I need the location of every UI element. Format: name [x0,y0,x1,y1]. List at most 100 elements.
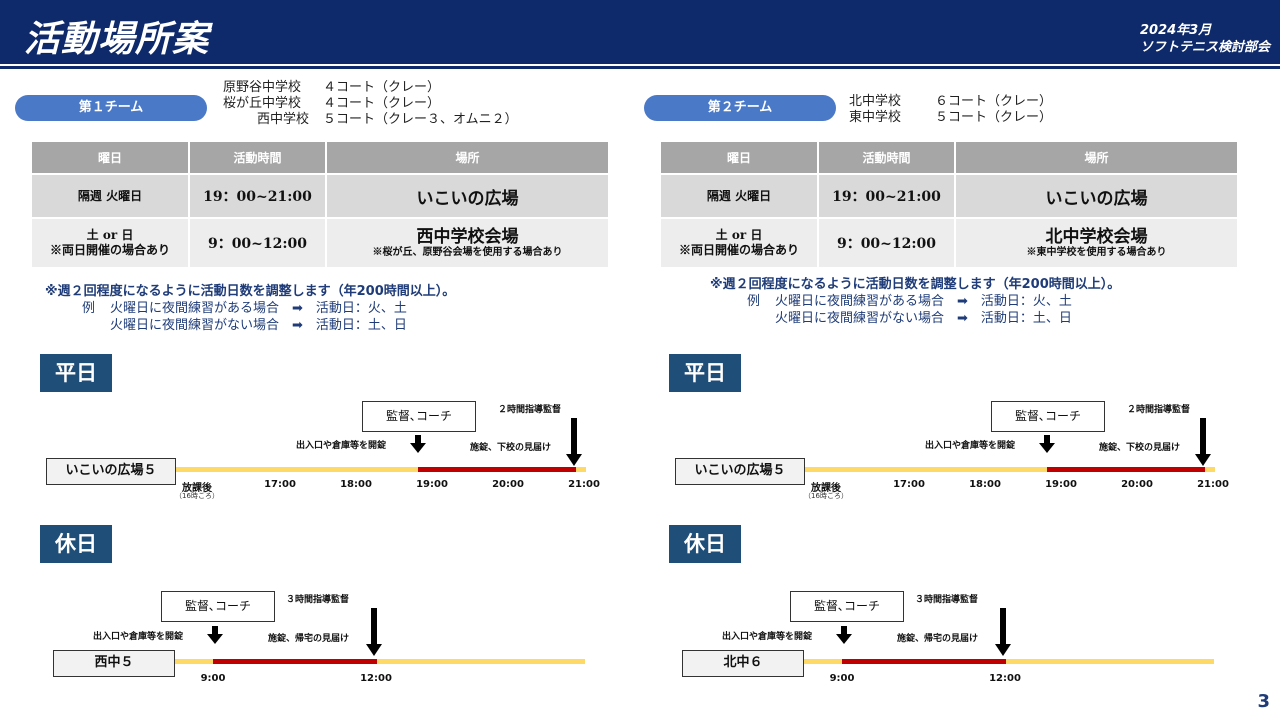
unlock-label: 出入口や倉庫等を開錠 [93,632,184,642]
note-example-2: 火曜日に夜間練習がない場合 ➡ 活動日：土、日 [710,310,1120,327]
team-2-panel: 第２チーム 北中学校 ６コート（クレー） 東中学校 ５コート（クレー） 曜日 活動時… [629,70,1269,710]
cell-place-note: ※東中学校を使用する場合あり [1026,247,1167,258]
tick-label: 18:00 [340,479,372,490]
timeline-bar-supervised [842,659,1006,664]
guidance-label: ２時間指導監督 [498,405,562,415]
unlock-label: 出入口や倉庫等を開錠 [722,632,813,642]
court-school: 原野谷中学校 [223,80,302,95]
header-date: 2024年3月 [1139,23,1212,38]
down-arrow-long-icon [366,608,382,656]
col-header-day: 曜日 [661,142,817,173]
down-arrow-long-icon [995,608,1011,656]
cell-day-note: ※両日開催の場合あり [49,243,170,257]
team-1-panel: 第１チーム 原野谷中学校 ４コート（クレー） 桜が丘中学校 ４コート（クレー） 西中… [0,70,640,710]
header-dept: ソフトテニス検討部会 [1139,40,1270,55]
cell-day: 土 or 日 ※両日開催の場合あり [661,219,817,267]
tick-label: 20:00 [492,479,524,490]
note-example-prefix: 例 [747,294,761,309]
team-2-notes: ※週２回程度になるように活動日数を調整します（年200時間以上）。 例火曜日に夜… [710,276,1120,327]
table-header-row: 曜日 活動時間 場所 [32,142,608,173]
col-header-place: 場所 [956,142,1237,173]
tick-label: 17:00 [893,479,925,490]
down-arrow-long-icon [566,418,582,466]
court-row: 原野谷中学校 ４コート（クレー） [223,80,518,96]
tick-sublabel: （16時ころ） [804,492,848,500]
cell-day-main: 土 or 日 [715,228,763,242]
cell-time: 19：00~21:00 [190,175,325,217]
cell-day-main: 土 or 日 [86,228,134,242]
lock-label: 施錠、帰宅の見届け [268,634,350,644]
down-arrow-long-icon [1195,418,1211,466]
note-example-text: 火曜日に夜間練習がない場合 ➡ 活動日：土、日 [775,311,1072,326]
team-2-courts: 北中学校 ６コート（クレー） 東中学校 ５コート（クレー） [849,94,1052,126]
cell-place: 北中学校会場 ※東中学校を使用する場合あり [956,219,1237,267]
cell-place-main: 西中学校会場 [416,227,519,247]
header-divider [0,66,1280,69]
weekday-label: 平日 [669,354,741,392]
team-2-pill: 第２チーム [644,95,836,121]
court-row: 北中学校 ６コート（クレー） [849,94,1052,110]
court-count: ６コート（クレー） [935,94,1053,109]
court-count: ５コート（クレー） [935,110,1053,125]
cell-time: 9：00~12:00 [819,219,954,267]
down-arrow-icon [207,626,223,644]
tick-label: 9:00 [829,673,855,684]
cell-place: 西中学校会場 ※桜が丘、原野谷会場を使用する場合あり [327,219,608,267]
timeline-bar-supervised [418,467,576,472]
cell-place-note: ※桜が丘、原野谷会場を使用する場合あり [372,247,563,258]
timeline-location-box: いこいの広場５ [46,458,176,485]
cell-day: 隔週 火曜日 [661,175,817,217]
cell-time: 19：00~21:00 [819,175,954,217]
tick-label: 21:00 [1197,479,1229,490]
page-number: 3 [1257,691,1270,712]
court-row: 東中学校 ５コート（クレー） [849,110,1052,126]
court-row: 桜が丘中学校 ４コート（クレー） [223,96,518,112]
note-main: ※週２回程度になるように活動日数を調整します（年200時間以上）。 [710,277,1121,292]
cell-day: 隔週 火曜日 [32,175,188,217]
note-example-text: 火曜日に夜間練習がある場合 ➡ 活動日：火、土 [775,294,1072,309]
team-1-schedule-table: 曜日 活動時間 場所 隔週 火曜日 19：00~21:00 いこいの広場 土 o… [30,140,610,269]
table-header-row: 曜日 活動時間 場所 [661,142,1237,173]
court-school: 西中学校 [256,112,309,127]
cell-day: 土 or 日 ※両日開催の場合あり [32,219,188,267]
col-header-time: 活動時間 [190,142,325,173]
cell-time: 9：00~12:00 [190,219,325,267]
lock-label: 施錠、下校の見届け [470,443,552,453]
guidance-label: ２時間指導監督 [1127,405,1191,415]
page-title: 活動場所案 [24,19,210,60]
cell-day-note: ※両日開催の場合あり [678,243,799,257]
timeline-location-box: 西中５ [53,650,175,677]
down-arrow-icon [410,435,426,453]
guidance-label: ３時間指導監督 [286,595,350,605]
court-school: 桜が丘中学校 [223,96,302,111]
unlock-label: 出入口や倉庫等を開錠 [925,441,1016,451]
tick-label: 19:00 [416,479,448,490]
timeline-bar-supervised [213,659,377,664]
table-row: 土 or 日 ※両日開催の場合あり 9：00~12:00 西中学校会場 ※桜が丘… [32,219,608,267]
weekday-label: 平日 [40,354,112,392]
col-header-place: 場所 [327,142,608,173]
note-main: ※週２回程度になるように活動日数を調整します（年200時間以上）。 [45,284,456,299]
cell-place: いこいの広場 [327,175,608,217]
team-1-courts: 原野谷中学校 ４コート（クレー） 桜が丘中学校 ４コート（クレー） 西中学校 ５コート… [223,80,518,128]
tick-label: 17:00 [264,479,296,490]
court-count: ４コート（クレー） [323,96,441,111]
note-example-1: 例火曜日に夜間練習がある場合 ➡ 活動日：火、土 [45,300,455,317]
coach-box: 監督､コーチ [790,591,904,622]
court-count: ５コート（クレー３、オムニ２） [323,112,518,127]
timeline-location-box: いこいの広場５ [675,458,805,485]
team-2-schedule-table: 曜日 活動時間 場所 隔週 火曜日 19：00~21:00 いこいの広場 土 o… [659,140,1239,269]
table-row: 隔週 火曜日 19：00~21:00 いこいの広場 [661,175,1237,217]
timeline-bar-supervised [1047,467,1205,472]
cell-place: いこいの広場 [956,175,1237,217]
unlock-label: 出入口や倉庫等を開錠 [296,441,387,451]
team-1-pill: 第１チーム [15,95,207,121]
coach-box: 監督､コーチ [991,401,1105,432]
cell-place-main: 北中学校会場 [1045,227,1148,247]
col-header-day: 曜日 [32,142,188,173]
tick-label: 19:00 [1045,479,1077,490]
holiday-label: 休日 [669,525,741,563]
tick-label: 20:00 [1121,479,1153,490]
tick-label: 21:00 [568,479,600,490]
note-example-2: 火曜日に夜間練習がない場合 ➡ 活動日：土、日 [45,317,455,334]
